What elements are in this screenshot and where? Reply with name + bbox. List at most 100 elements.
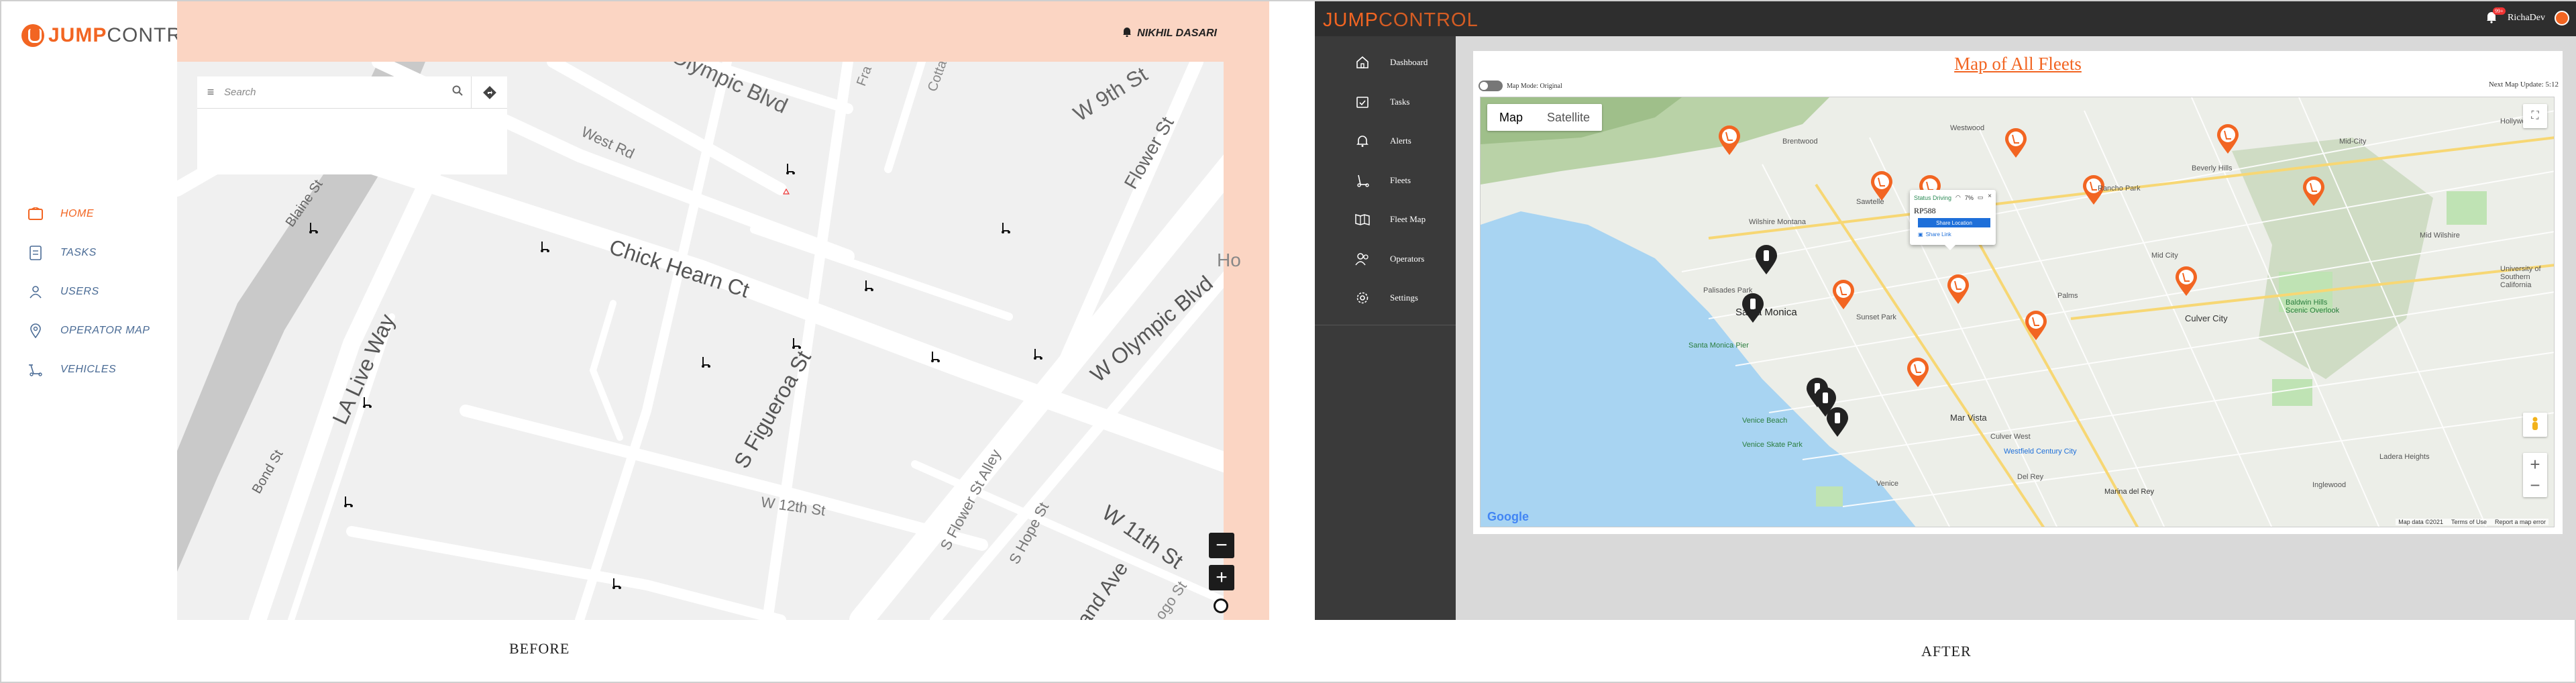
search-input[interactable]: Search	[224, 87, 444, 98]
place-label: Venice	[1876, 480, 1899, 488]
logo-text-jump: JUMP	[1323, 9, 1379, 31]
nav-label: Tasks	[1390, 96, 1410, 107]
bell-icon[interactable]	[1122, 26, 1132, 40]
place-label: University of Southern California	[2500, 265, 2541, 289]
map-type-map[interactable]: Map	[1487, 104, 1535, 131]
place-label: Inglewood	[2312, 481, 2347, 489]
after-topbar: JUMPCONTROL 99+ RichaDev	[1315, 1, 2576, 36]
place-label: Mid-City	[2339, 138, 2367, 146]
nav-item-fleets[interactable]: Fleets	[1315, 161, 1456, 201]
street-view-icon[interactable]	[2523, 413, 2547, 437]
notification-badge: 99+	[2493, 7, 2506, 15]
fleet-map[interactable]: Santa Monica Palisades Park Santa Monica…	[1480, 97, 2555, 527]
place-label: Santa Monica	[1735, 307, 1797, 318]
search-card: ≡ Search	[197, 76, 507, 174]
place-label: Westwood	[1950, 124, 1985, 132]
nav-label: TASKS	[60, 247, 97, 258]
map-footer: Map data ©2021 Terms of Use Report a map…	[2396, 519, 2548, 525]
after-caption: AFTER	[1921, 643, 1972, 660]
after-map-base	[1481, 97, 2554, 527]
bell-icon[interactable]: 99+	[2486, 7, 2506, 25]
place-label: Wilshire Montana	[1749, 218, 1806, 226]
avatar[interactable]	[2555, 11, 2569, 25]
nav-item-settings[interactable]: Settings	[1315, 278, 1456, 318]
close-icon[interactable]: ×	[1988, 193, 1992, 200]
place-label: Mid Wilshire	[2420, 231, 2460, 240]
place-label: Mar Vista	[1950, 413, 1987, 423]
place-label: Westfield Century City	[2004, 448, 2077, 456]
vehicle-id: RP588	[1914, 206, 1936, 215]
place-label: Brentwood	[1782, 138, 1818, 146]
nav-item-operator-map[interactable]: OPERATOR MAP	[28, 311, 176, 350]
google-logo-text: Google	[1487, 510, 1529, 523]
share-link-label: Share Link	[1925, 231, 1951, 238]
place-label: Rancho Park	[2098, 185, 2141, 193]
nav-item-tasks[interactable]: Tasks	[1315, 83, 1456, 122]
nav-label: Settings	[1390, 293, 1418, 303]
place-label: Palms	[2057, 292, 2078, 300]
map-type-control: Map Satellite	[1487, 104, 1603, 131]
fullscreen-icon[interactable]: ⛶	[2523, 104, 2547, 128]
nav-item-alerts[interactable]: Alerts	[1315, 121, 1456, 161]
nav-label: Alerts	[1390, 136, 1411, 146]
nav-item-operators[interactable]: Operators	[1315, 240, 1456, 279]
place-label: Palisades Park	[1703, 286, 1753, 295]
place-label: Sawtelle	[1856, 198, 1884, 206]
logo-text-control: CONTROL	[1378, 9, 1479, 31]
share-location-button[interactable]: Share Location	[1918, 218, 1990, 227]
share-link[interactable]: ▣ Share Link	[1918, 231, 1951, 238]
nav-item-fleet-map[interactable]: Fleet Map	[1315, 200, 1456, 240]
place-label: Del Rey	[2017, 473, 2044, 481]
vehicle-info-popup: Status Driving ◠ 7% ▭ × RP588 Share Loca…	[1910, 190, 1996, 250]
before-nav: HOME TASKS USERS OPERATOR MAP VEHICLES	[28, 195, 176, 389]
nav-item-tasks[interactable]: TASKS	[28, 233, 176, 272]
map-mode-toggle[interactable]	[1479, 81, 1503, 91]
place-label: Venice Beach	[1742, 417, 1788, 425]
street-label: Ho	[1217, 250, 1241, 270]
bell-icon	[1355, 134, 1370, 148]
before-screen: JUMPCONTROL HOME TASKS USERS OPERATOR MA…	[1, 1, 1269, 620]
google-logo: Google	[1487, 510, 1529, 524]
nav-item-users[interactable]: USERS	[28, 272, 176, 311]
wifi-icon: ◠	[1955, 194, 1961, 201]
nav-label: USERS	[60, 286, 99, 297]
after-nav: Dashboard Tasks Alerts Fleets Fleet Map	[1315, 43, 1456, 325]
nav-item-dashboard[interactable]: Dashboard	[1315, 43, 1456, 83]
directions-icon[interactable]	[471, 76, 507, 109]
nav-label: Dashboard	[1390, 57, 1428, 68]
nav-label: Operators	[1390, 253, 1425, 264]
search-bar: ≡ Search	[197, 76, 507, 109]
before-map[interactable]: Olympic Blvd W 9th St West Rd Flower St …	[177, 62, 1249, 620]
place-label: Santa Monica Pier	[1688, 342, 1749, 350]
zoom-out-button[interactable]: −	[1209, 533, 1234, 558]
before-caption: BEFORE	[509, 640, 570, 657]
operators-icon	[1355, 252, 1370, 266]
place-label: Beverly Hills	[2192, 164, 2233, 172]
place-label: Ladera Heights	[2379, 453, 2430, 461]
before-main: NIKHIL DASARI Olympic Blvd W 9th St West…	[177, 1, 1269, 620]
zoom-out-button[interactable]: −	[2530, 475, 2540, 496]
map-update-timer: Next Map Update: 5:12	[2488, 81, 2559, 89]
task-icon	[28, 246, 43, 260]
search-icon[interactable]	[444, 85, 471, 99]
nav-label: OPERATOR MAP	[60, 325, 150, 336]
report-error-link[interactable]: Report a map error	[2495, 519, 2546, 525]
map-mode-label: Map Mode: Original	[1507, 82, 1562, 90]
comparison-canvas: JUMPCONTROL HOME TASKS USERS OPERATOR MA…	[0, 0, 2576, 683]
zoom-in-button[interactable]: +	[1209, 565, 1234, 590]
terms-link[interactable]: Terms of Use	[2451, 519, 2487, 525]
nav-item-home[interactable]: HOME	[28, 195, 176, 233]
map-type-satellite[interactable]: Satellite	[1535, 104, 1602, 131]
map-pin-icon	[28, 323, 43, 338]
menu-icon[interactable]: ≡	[197, 85, 224, 99]
locate-icon[interactable]	[1214, 598, 1228, 613]
user-menu[interactable]: NIKHIL DASARI	[1122, 26, 1217, 40]
before-header: NIKHIL DASARI	[177, 1, 1269, 62]
home-icon	[1355, 56, 1370, 69]
user-name[interactable]: RichaDev	[2508, 13, 2545, 23]
zoom-in-button[interactable]: +	[2530, 454, 2540, 475]
user-name: NIKHIL DASARI	[1137, 27, 1217, 39]
nav-item-vehicles[interactable]: VEHICLES	[28, 350, 176, 389]
place-label: Venice Skate Park	[1742, 441, 1803, 449]
after-logo: JUMPCONTROL	[1323, 9, 1479, 32]
